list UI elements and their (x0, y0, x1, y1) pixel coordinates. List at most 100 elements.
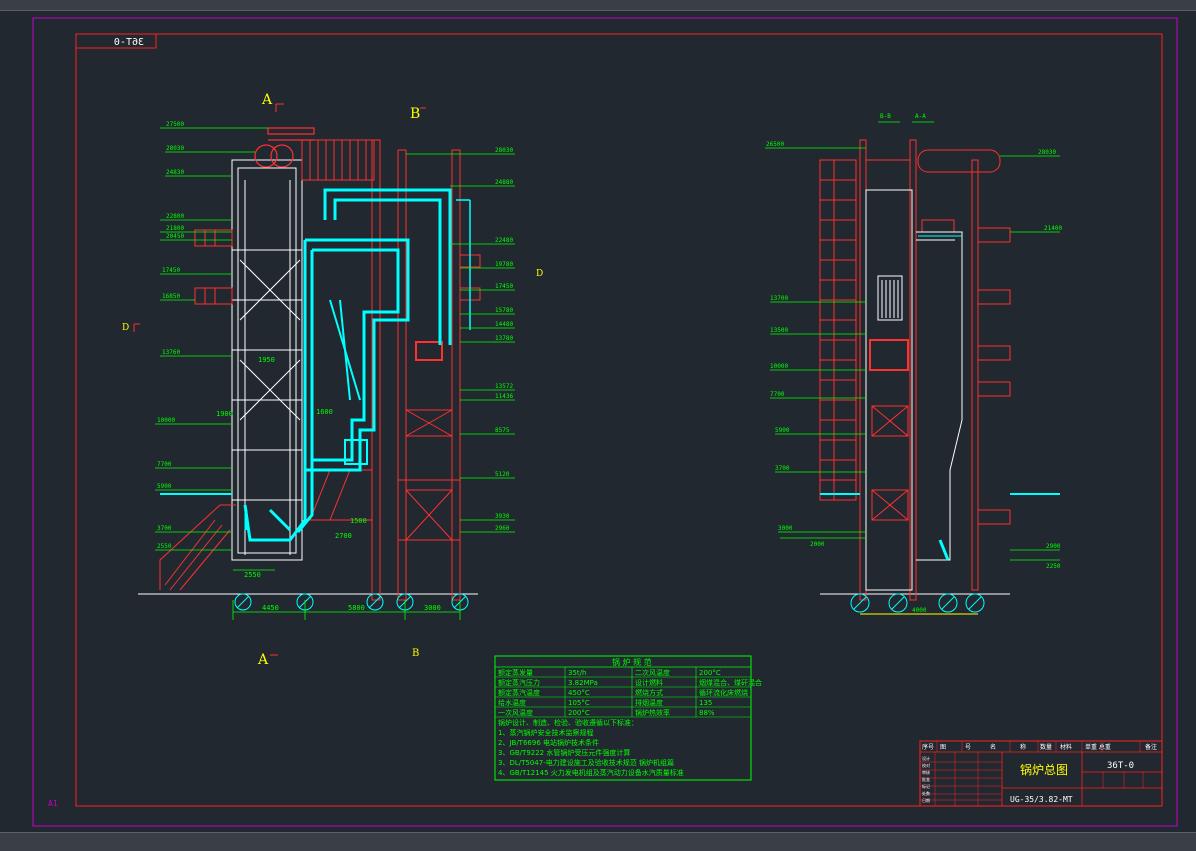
side-elev-left-3: 10000 (770, 363, 788, 370)
side-elev-left-5: 5900 (775, 427, 790, 434)
param-cell: 额定蒸发量 (498, 668, 533, 677)
front-left-elevation-leaders (155, 127, 268, 551)
sheet-size-mark: A1 (48, 799, 58, 808)
side-elev-left-4: 7700 (770, 391, 785, 398)
param-cell: 额定蒸汽温度 (498, 688, 540, 697)
elev-left-10: 7700 (157, 461, 172, 468)
flue-ducts (160, 188, 471, 542)
sheet-border (32, 17, 1178, 827)
elev-left-13: 2550 (157, 543, 172, 550)
side-elev-left-0: 26500 (766, 141, 784, 148)
elev-left-3: 22800 (166, 213, 184, 220)
param-cell: 35t/h (568, 669, 586, 677)
param-table-rows: 额定蒸发量 35t/h 二次风温度 200°C 额定蒸汽压力 3.82MPa 设计燃料 烟煤混… (498, 668, 762, 717)
elev-left-8: 13760 (162, 349, 180, 356)
steel-frame (159, 139, 481, 601)
param-cell: 105°C (568, 699, 590, 707)
note-2550: 2550 (244, 571, 261, 579)
elev-left-9: 10000 (157, 417, 175, 424)
elev-right-4: 17450 (495, 283, 513, 290)
title-block-header-cell: 称 (1020, 743, 1026, 751)
boiler-model: UG-35/3.82-MT (1010, 795, 1073, 804)
param-cell: 额定蒸汽压力 (498, 678, 540, 687)
param-cell: 450°C (568, 689, 590, 697)
elev-right-5: 15780 (495, 307, 513, 314)
title-block: 序号图 号 名 称 数量 材料 单重 总重 备注 锅炉总图 36T-0 UG-35/3.82-… (919, 740, 1163, 807)
drawing-sheet: 36T-0 A1 4450 5800 3000 2550 1500 2700 1… (32, 17, 1178, 827)
param-cell: 3.82MPa (568, 679, 598, 687)
note-2700: 2700 (335, 532, 352, 540)
dim-3000: 3000 (424, 604, 441, 612)
front-dimension-lines (232, 569, 461, 620)
note-1500: 1500 (350, 517, 367, 525)
drawing-number: 36T-0 (1107, 761, 1134, 771)
title-block-small-label: 处数 (922, 790, 930, 796)
param-note: 2、JB/T6696 电站锅炉技术条件 (498, 738, 599, 747)
elev-right-11: 5120 (495, 471, 510, 478)
param-note: 3、GB/T9222 水管锅炉受压元件强度计算 (498, 748, 630, 757)
elev-right-3: 19780 (495, 261, 513, 268)
param-cell: 设计燃料 (635, 678, 663, 687)
param-cell: 排烟温度 (635, 698, 663, 707)
drawing-title: 锅炉总图 (1020, 762, 1068, 777)
title-block-small-label: 日期 (922, 797, 930, 803)
elev-right-7: 13780 (495, 335, 513, 342)
title-block-header-cell: 序号 (922, 743, 934, 751)
section-b-top: B (410, 106, 420, 122)
side-tags: B-B A-A (880, 113, 926, 120)
side-bottom-dim: 4000 (912, 607, 927, 614)
side-elev-left-6: 3700 (775, 465, 790, 472)
drawing-frame (75, 33, 1163, 807)
param-cell: 135 (699, 699, 712, 707)
front-left-elevations: 27500 28030 24830 22800 21800 20450 1745… (157, 121, 184, 550)
param-cell: 烟煤混合、煤矸混合 (699, 678, 762, 687)
side-tag-aa: A-A (915, 113, 926, 120)
title-block-header-cell: 备注 (1145, 743, 1157, 751)
elev-left-7: 16850 (162, 293, 180, 300)
param-note: 锅炉设计、制造、检验、验收遵循以下标准： (498, 718, 638, 727)
corner-code: 36T-0 (114, 37, 144, 48)
elev-right-12: 3930 (495, 513, 510, 520)
title-block-small-label: 批准 (922, 776, 930, 782)
param-cell: 一次风温度 (498, 708, 533, 717)
side-elev-left-7: 3000 (778, 525, 793, 532)
title-block-small-label: 标记 (922, 783, 930, 789)
side-elev-left-1: 13700 (770, 295, 788, 302)
title-block-header-cell: 材料 (1060, 743, 1072, 751)
side-elev-right-2: 2900 (1046, 543, 1061, 550)
elev-left-12: 3700 (157, 525, 172, 532)
front-bottom-dims: 4450 5800 3000 2550 1500 2700 1900 1600 … (216, 356, 441, 612)
side-view: 4000 26500 13700 13500 10000 7700 5900 3… (765, 113, 1062, 615)
section-d-left: D (122, 323, 129, 333)
param-note: 1、蒸汽锅炉安全技术监察规程 (498, 728, 593, 737)
title-block-header-cell: 名 (990, 743, 996, 751)
elev-right-0: 28030 (495, 147, 513, 154)
side-left-elevations: 26500 13700 13500 10000 7700 5900 3700 3… (766, 141, 825, 548)
elev-left-2: 24830 (166, 169, 184, 176)
dim-5800: 5800 (348, 604, 365, 612)
title-block-small-label: 审核 (922, 769, 930, 775)
side-elev-right-3: 2250 (1046, 563, 1061, 570)
title-block-header-cell: 单重 总重 (1085, 743, 1111, 751)
section-a-top: A (261, 92, 273, 108)
title-block-header: 序号图 号 名 称 数量 材料 单重 总重 备注 (922, 743, 1157, 751)
elev-left-6: 17450 (162, 267, 180, 274)
section-a-bottom: A (257, 652, 269, 668)
side-elev-right-1: 21400 (1044, 225, 1062, 232)
param-cell: 88% (699, 709, 715, 717)
param-table-notes: 锅炉设计、制造、检验、验收遵循以下标准：1、蒸汽锅炉安全技术监察规程2、JB/T… (498, 718, 684, 777)
title-block-small-label: 校对 (922, 762, 930, 768)
side-tag-bb: B-B (880, 113, 891, 120)
elev-left-5: 20450 (166, 233, 184, 240)
elev-right-10: 8575 (495, 427, 510, 434)
elev-left-11: 5900 (157, 483, 172, 490)
elev-left-1: 28030 (166, 145, 184, 152)
dim-4450: 4450 (262, 604, 279, 612)
front-section-markers: A B A B D D (122, 92, 543, 668)
parameter-table: 锅 炉 规 范 额定蒸发量 35t/h 二次风温度 200°C 额定蒸汽压力 3.82MP… (494, 655, 762, 781)
elev-right-9: 11436 (495, 393, 513, 400)
section-b-bottom: B (412, 648, 419, 659)
title-block-header-cell: 号 (965, 744, 971, 751)
note-1900: 1900 (216, 410, 233, 418)
elev-right-8: 13572 (495, 383, 513, 390)
